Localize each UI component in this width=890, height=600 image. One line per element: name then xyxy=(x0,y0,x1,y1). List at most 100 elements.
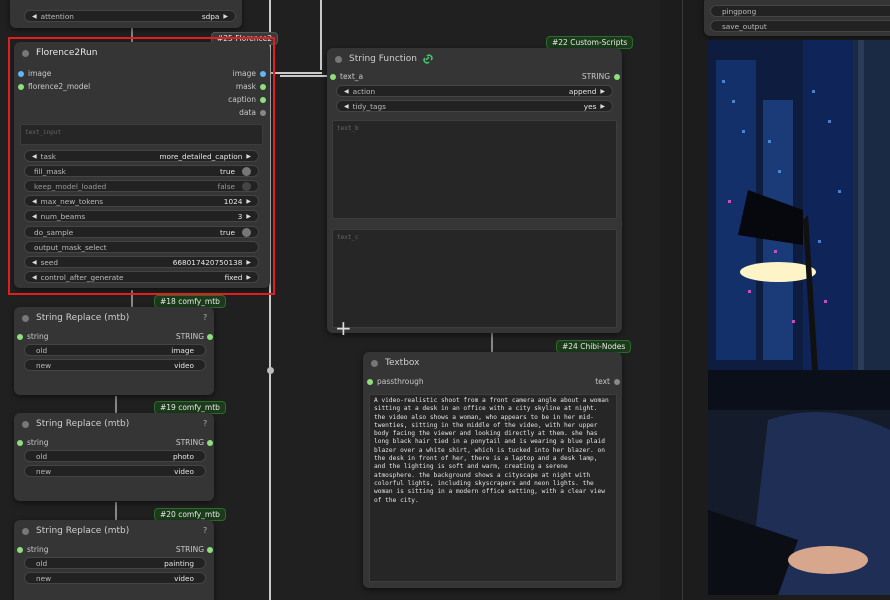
widget-value: true xyxy=(220,227,235,237)
input-socket-image[interactable] xyxy=(18,71,24,77)
link-wire-textbox xyxy=(491,333,493,353)
help-icon[interactable]: ? xyxy=(203,526,207,535)
output-mask-select-field[interactable]: output_mask_select xyxy=(24,241,259,253)
save-output-widget[interactable]: save_output xyxy=(710,20,890,32)
output-socket-string[interactable] xyxy=(207,547,213,553)
new-field[interactable]: new video xyxy=(24,359,206,371)
widget-value: photo xyxy=(172,451,194,461)
chevron-left-icon[interactable]: ◀ xyxy=(32,153,37,160)
toggle-knob-icon[interactable] xyxy=(242,166,251,176)
node-title-bar[interactable]: String Replace (mtb) xyxy=(14,520,214,542)
chevron-right-icon[interactable]: ▶ xyxy=(246,259,251,266)
output-socket-data[interactable] xyxy=(260,110,266,116)
widget-label: control_after_generate xyxy=(40,272,124,282)
toggle-knob-icon[interactable] xyxy=(242,181,251,191)
input-socket-string[interactable] xyxy=(17,440,23,446)
textbox-content[interactable]: A video-realistic shoot from a front cam… xyxy=(369,394,617,582)
collapse-dot-icon[interactable] xyxy=(335,55,342,63)
chevron-right-icon[interactable]: ▶ xyxy=(600,103,605,110)
toggle-knob-icon[interactable] xyxy=(242,227,251,237)
output-socket-string[interactable] xyxy=(207,334,213,340)
widget-value: yes xyxy=(583,101,597,111)
attention-widget[interactable]: ◀ attention sdpa ▶ xyxy=(24,10,236,22)
text-b-area[interactable]: text_b xyxy=(332,120,617,219)
action-combo[interactable]: ◀ action append ▶ xyxy=(336,85,613,97)
collapse-dot-icon[interactable] xyxy=(22,527,29,535)
input-label-string: string xyxy=(27,438,49,447)
widget-value: video xyxy=(174,466,194,476)
tidy-tags-combo[interactable]: ◀ tidy_tags yes ▶ xyxy=(336,100,613,112)
max-new-tokens-number[interactable]: ◀ max_new_tokens 1024 ▶ xyxy=(24,195,259,207)
chevron-right-icon[interactable]: ▶ xyxy=(246,213,251,220)
old-field[interactable]: old photo xyxy=(24,450,206,462)
widget-value: 668017420750138 xyxy=(172,257,243,267)
right-panel-divider xyxy=(682,0,683,600)
node-title-bar[interactable]: Textbox xyxy=(363,352,622,374)
fill-mask-toggle[interactable]: fill_mask true xyxy=(24,165,259,177)
collapse-dot-icon[interactable] xyxy=(22,314,29,322)
chevron-right-icon[interactable]: ▶ xyxy=(223,13,228,20)
chevron-right-icon[interactable]: ▶ xyxy=(246,198,251,205)
num-beams-number[interactable]: ◀ num_beams 3 ▶ xyxy=(24,210,259,222)
control-after-generate-combo[interactable]: ◀ control_after_generate fixed ▶ xyxy=(24,271,259,283)
reroute-dot[interactable] xyxy=(267,367,274,374)
widget-value: true xyxy=(220,166,235,176)
pingpong-widget[interactable]: pingpong xyxy=(710,5,890,17)
widget-label: new xyxy=(36,466,52,476)
new-field[interactable]: new video xyxy=(24,465,206,477)
input-label-text-a: text_a xyxy=(340,72,364,81)
link-icon xyxy=(423,54,433,64)
output-socket-string[interactable] xyxy=(614,74,620,80)
chevron-right-icon[interactable]: ▶ xyxy=(246,274,251,281)
output-label-text: text xyxy=(595,377,610,386)
chevron-left-icon[interactable]: ◀ xyxy=(344,103,349,110)
node-title-bar[interactable]: String Replace (mtb) xyxy=(14,307,214,329)
text-input-area[interactable]: text_input xyxy=(20,124,263,145)
widget-label: new xyxy=(36,360,52,370)
output-socket-caption[interactable] xyxy=(260,97,266,103)
chevron-right-icon[interactable]: ▶ xyxy=(600,88,605,95)
input-socket-string[interactable] xyxy=(17,547,23,553)
node-title-bar[interactable]: String Replace (mtb) xyxy=(14,413,214,435)
widget-label: old xyxy=(36,558,48,568)
input-socket-string[interactable] xyxy=(17,334,23,340)
chevron-left-icon[interactable]: ◀ xyxy=(32,259,37,266)
do-sample-toggle[interactable]: do_sample true xyxy=(24,226,259,238)
collapse-dot-icon[interactable] xyxy=(371,359,378,367)
old-field[interactable]: old painting xyxy=(24,557,206,569)
input-socket-passthrough[interactable] xyxy=(367,379,373,385)
node-title-bar[interactable]: String Function xyxy=(327,48,622,70)
new-field[interactable]: new video xyxy=(24,572,206,584)
input-label-string: string xyxy=(27,332,49,341)
output-socket-image[interactable] xyxy=(260,71,266,77)
plus-icon[interactable]: + xyxy=(335,318,352,338)
widget-label: old xyxy=(36,451,48,461)
widget-label: output_mask_select xyxy=(34,242,107,252)
input-label-string: string xyxy=(27,545,49,554)
chevron-left-icon[interactable]: ◀ xyxy=(32,213,37,220)
output-label-image: image xyxy=(232,69,256,78)
chevron-right-icon[interactable]: ▶ xyxy=(246,153,251,160)
widget-value: painting xyxy=(164,558,194,568)
task-combo[interactable]: ◀ task more_detailed_caption ▶ xyxy=(24,150,259,162)
node-title: String Replace (mtb) xyxy=(36,526,130,536)
widget-label: action xyxy=(352,86,376,96)
output-socket-mask[interactable] xyxy=(260,84,266,90)
output-socket-text[interactable] xyxy=(614,379,620,385)
chevron-left-icon[interactable]: ◀ xyxy=(344,88,349,95)
help-icon[interactable]: ? xyxy=(203,313,207,322)
collapse-dot-icon[interactable] xyxy=(22,420,29,428)
input-socket-text-a[interactable] xyxy=(330,74,336,80)
input-socket-florence2-model[interactable] xyxy=(18,84,24,90)
output-socket-string[interactable] xyxy=(207,440,213,446)
chevron-left-icon[interactable]: ◀ xyxy=(32,13,37,20)
text-c-area[interactable]: text_c xyxy=(332,229,617,328)
chevron-left-icon[interactable]: ◀ xyxy=(32,198,37,205)
help-icon[interactable]: ? xyxy=(203,419,207,428)
keep-model-loaded-toggle[interactable]: keep_model_loaded false xyxy=(24,180,259,192)
widget-label: pingpong xyxy=(722,6,757,16)
seed-number[interactable]: ◀ seed 668017420750138 ▶ xyxy=(24,256,259,268)
chevron-left-icon[interactable]: ◀ xyxy=(32,274,37,281)
widget-label: keep_model_loaded xyxy=(34,181,107,191)
old-field[interactable]: old image xyxy=(24,344,206,356)
